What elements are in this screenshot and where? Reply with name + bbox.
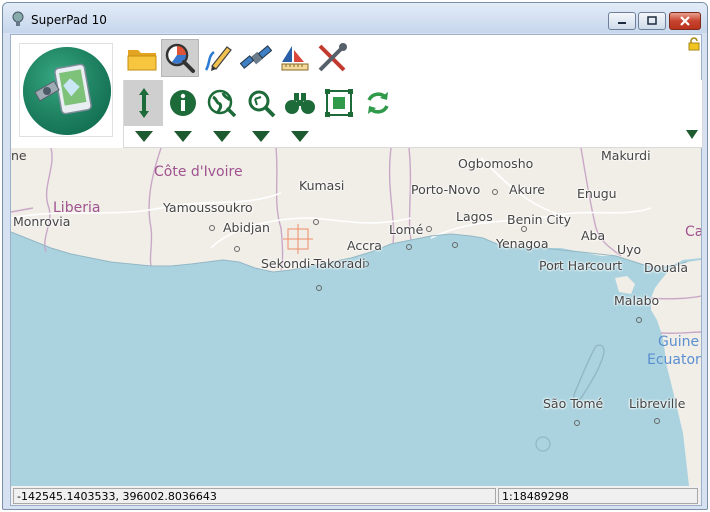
map-label-benin-city: Benin City [507, 212, 572, 227]
map-label-enugu: Enugu [577, 186, 617, 201]
lock-icon[interactable] [687, 37, 701, 51]
map-tool-panel [123, 80, 703, 148]
query-chart-icon [165, 43, 195, 73]
close-icon [680, 16, 690, 26]
info-button[interactable] [163, 80, 202, 126]
map-label-libreville: Libreville [629, 396, 686, 411]
scale-readout: 1:18489298 [498, 488, 698, 504]
map-toolbar [124, 80, 397, 126]
globe-zoom-button[interactable] [202, 80, 241, 126]
crosshair-marker [283, 224, 313, 254]
map-label-guine: Guine [658, 334, 700, 350]
map-label-sao-tome: São Tomé [543, 396, 604, 411]
map-label-ogbomosho: Ogbomosho [458, 156, 534, 171]
map-label-lome: Lomé [389, 222, 424, 237]
folder-icon [127, 50, 157, 71]
map-label-lagos: Lagos [456, 209, 493, 224]
triangle-down-icon [251, 130, 270, 142]
map-label-sekondi-takoradi: Sekondi-Takoradi [261, 256, 366, 271]
pan-dropdown[interactable] [124, 128, 163, 144]
globe-dropdown[interactable] [202, 128, 241, 144]
map-label-ne: ne [11, 148, 27, 163]
select-extent-button[interactable] [319, 80, 358, 126]
app-logo [19, 43, 113, 137]
satellite-icon [240, 45, 272, 69]
main-toolbar [123, 39, 351, 77]
map-label-yenagoa: Yenagoa [496, 236, 549, 251]
zoom-dropdown[interactable] [241, 128, 280, 144]
map-label-port-harcourt: Port Harcourt [539, 258, 623, 273]
find-dropdown[interactable] [280, 128, 319, 144]
map-label-akure: Akure [509, 182, 545, 197]
maximize-icon [647, 16, 657, 25]
select-frame-icon [324, 89, 353, 117]
map-canvas[interactable]: ne Côte d'Ivoire Liberia Monrovia Yamous… [11, 148, 701, 486]
pan-button[interactable] [124, 80, 163, 126]
map-label-douala: Douala [644, 260, 688, 275]
triangle-down-icon [290, 130, 309, 142]
app-window: SuperPad 10 ne Côte d'Ivoire Liberia Mon… [2, 2, 708, 510]
triangle-down-icon [173, 130, 192, 142]
title-bar[interactable]: SuperPad 10 [3, 3, 707, 33]
coordinates-readout: -142545.1403533, 396002.8036643 [13, 488, 496, 504]
map-label-abidjan: Abidjan [223, 220, 270, 235]
app-icon [12, 11, 24, 26]
query-button[interactable] [161, 39, 199, 77]
refresh-icon [366, 92, 389, 114]
pan-arrows-icon [138, 88, 149, 118]
info-dropdown[interactable] [163, 128, 202, 144]
map-label-makurdi: Makurdi [601, 148, 651, 163]
globe-icon [207, 89, 236, 118]
tools-button[interactable] [313, 39, 351, 77]
map-label-kumasi: Kumasi [299, 178, 345, 193]
refresh-button[interactable] [358, 80, 397, 126]
satellite-button[interactable] [237, 39, 275, 77]
zoom-button[interactable] [241, 80, 280, 126]
open-folder-button[interactable] [123, 39, 161, 77]
minimize-button[interactable] [608, 12, 636, 30]
map-label-yamoussoukro: Yamoussoukro [163, 200, 253, 215]
dropdown-arrows [124, 128, 319, 144]
close-button[interactable] [669, 12, 701, 30]
maximize-button[interactable] [638, 12, 666, 30]
pencil-draw-icon [204, 46, 232, 71]
status-bar: -142545.1403533, 396002.8036643 1:184892… [11, 486, 701, 505]
map-label-uyo: Uyo [617, 242, 642, 257]
map-label-accra: Accra [347, 238, 382, 253]
panel-more-dropdown-icon[interactable] [686, 130, 698, 139]
triangle-down-icon [134, 130, 153, 142]
client-area: ne Côte d'Ivoire Liberia Monrovia Yamous… [10, 34, 703, 506]
map-label-cote-divoire: Côte d'Ivoire [154, 164, 243, 180]
survey-button[interactable] [275, 39, 313, 77]
boat-ruler-icon [281, 46, 309, 71]
map-label-ecuator: Ecuator [647, 352, 701, 368]
map-label-aba: Aba [581, 228, 606, 243]
map-label-monrovia: Monrovia [13, 214, 71, 229]
binoculars-icon [284, 93, 315, 114]
map-label-porto-novo: Porto-Novo [411, 182, 481, 197]
tools-icon [318, 43, 347, 72]
window-title: SuperPad 10 [31, 13, 107, 27]
minimize-icon [618, 22, 626, 24]
triangle-down-icon [212, 130, 231, 142]
find-button[interactable] [280, 80, 319, 126]
map-label-ca: Ca [685, 224, 701, 240]
draw-button[interactable] [199, 39, 237, 77]
info-icon [169, 90, 196, 116]
map-label-malabo: Malabo [614, 293, 660, 308]
zoom-icon [248, 90, 275, 118]
